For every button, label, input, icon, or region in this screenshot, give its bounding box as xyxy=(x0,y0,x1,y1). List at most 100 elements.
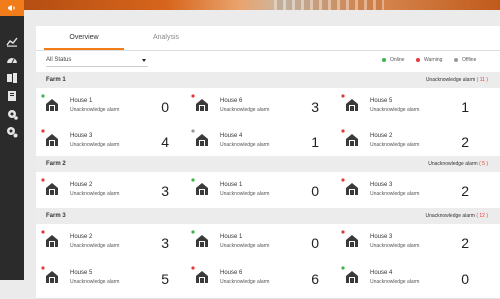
farm-name: Farm 3 xyxy=(46,213,66,219)
status-dot-icon xyxy=(191,230,195,234)
status-dot-icon xyxy=(41,178,45,182)
alarm-settings-icon[interactable] xyxy=(6,126,18,138)
farm-alarm-label: Unacknowledge alarm xyxy=(425,213,475,219)
house-icon xyxy=(341,230,358,247)
book-icon[interactable] xyxy=(6,90,18,102)
devices-icon[interactable] xyxy=(6,72,18,84)
house-card[interactable]: House 3 Unacknowledge alarm 2 xyxy=(336,172,483,210)
status-dot-icon xyxy=(341,230,345,234)
house-card[interactable]: House 5 Unacknowledge alarm 1 xyxy=(336,88,483,126)
logo[interactable] xyxy=(0,0,24,16)
header-banner-image xyxy=(24,0,500,10)
caret-down-icon xyxy=(142,59,146,62)
house-row: House 1 Unacknowledge alarm 0 House 6 Unack… xyxy=(36,88,500,127)
dashboard-icon[interactable] xyxy=(6,36,18,48)
house-alarm-count: 0 xyxy=(311,183,319,199)
house-name: House 1 xyxy=(220,234,243,240)
house-alarm-count: 3 xyxy=(161,235,169,251)
farm-alarm-summary: Unacknowledge alarm ( 12 ) xyxy=(425,208,488,224)
house-icon xyxy=(341,266,358,283)
house-name: House 2 xyxy=(70,182,93,188)
farm-alarm-count: ( 5 ) xyxy=(479,161,488,167)
house-icon xyxy=(41,178,58,195)
house-name: House 2 xyxy=(70,234,93,240)
farm-name: Farm 2 xyxy=(46,161,66,167)
house-name: House 4 xyxy=(370,270,393,276)
house-icon xyxy=(191,94,208,111)
status-dot-icon xyxy=(191,266,195,270)
farm-header: Farm 2 Unacknowledge alarm ( 5 ) xyxy=(36,156,500,172)
house-name: House 3 xyxy=(370,234,393,240)
status-dot-icon xyxy=(41,266,45,270)
house-icon xyxy=(191,178,208,195)
house-alarm-label: Unacknowledge alarm xyxy=(370,243,420,249)
sidebar xyxy=(0,0,24,280)
gauge-icon[interactable] xyxy=(6,54,18,66)
house-card[interactable]: House 3 Unacknowledge alarm 2 xyxy=(336,224,483,262)
status-dot-icon xyxy=(341,266,345,270)
house-name: House 1 xyxy=(220,182,243,188)
house-card[interactable]: House 6 Unacknowledge alarm 3 xyxy=(186,88,333,126)
house-name: House 2 xyxy=(370,133,393,139)
legend-warning: Warning xyxy=(416,56,442,64)
house-alarm-label: Unacknowledge alarm xyxy=(220,243,270,249)
warning-dot-icon xyxy=(416,57,420,62)
house-name: House 6 xyxy=(220,98,243,104)
farm-alarm-summary: Unacknowledge alarm ( 11 ) xyxy=(426,72,488,88)
house-alarm-label: Unacknowledge alarm xyxy=(70,142,120,148)
status-dot-icon xyxy=(41,94,45,98)
tab-analysis[interactable]: Analysis xyxy=(126,26,206,50)
house-card[interactable]: House 4 Unacknowledge alarm 0 xyxy=(336,260,483,298)
house-card[interactable]: House 1 Unacknowledge alarm 0 xyxy=(186,172,333,210)
farm-alarm-summary: Unacknowledge alarm ( 5 ) xyxy=(428,156,488,172)
house-card[interactable]: House 1 Unacknowledge alarm 0 xyxy=(36,88,183,126)
house-row: House 2 Unacknowledge alarm 3 House 1 Unack… xyxy=(36,172,500,211)
farm-header: Farm 1 Unacknowledge alarm ( 11 ) xyxy=(36,72,500,88)
status-dot-icon xyxy=(41,129,45,133)
house-icon xyxy=(341,178,358,195)
house-card[interactable]: House 1 Unacknowledge alarm 0 xyxy=(186,224,333,262)
house-icon xyxy=(41,266,58,283)
tab-bar: Overview Analysis xyxy=(36,26,500,51)
house-name: House 3 xyxy=(70,133,93,139)
house-icon xyxy=(41,230,58,247)
house-alarm-count: 2 xyxy=(461,183,469,199)
house-alarm-label: Unacknowledge alarm xyxy=(370,107,420,113)
house-alarm-count: 3 xyxy=(311,99,319,115)
house-card[interactable]: House 6 Unacknowledge alarm 6 xyxy=(186,260,333,298)
farm-alarm-count: ( 12 ) xyxy=(476,213,488,219)
house-alarm-count: 0 xyxy=(461,271,469,287)
tab-overview[interactable]: Overview xyxy=(44,26,124,50)
house-icon xyxy=(191,230,208,247)
house-alarm-count: 4 xyxy=(161,134,169,150)
house-icon xyxy=(341,129,358,146)
house-alarm-label: Unacknowledge alarm xyxy=(70,107,120,113)
house-name: House 1 xyxy=(70,98,93,104)
status-dot-icon xyxy=(341,94,345,98)
house-name: House 4 xyxy=(220,133,243,139)
settings-icon[interactable] xyxy=(6,108,18,120)
offline-dot-icon xyxy=(454,57,458,62)
house-alarm-count: 3 xyxy=(161,183,169,199)
legend-online: Online xyxy=(382,56,404,64)
house-card[interactable]: House 2 Unacknowledge alarm 3 xyxy=(36,224,183,262)
house-icon xyxy=(41,94,58,111)
house-alarm-count: 6 xyxy=(311,271,319,287)
house-name: House 5 xyxy=(70,270,93,276)
house-alarm-label: Unacknowledge alarm xyxy=(220,142,270,148)
status-dot-icon xyxy=(191,178,195,182)
house-alarm-label: Unacknowledge alarm xyxy=(70,243,120,249)
house-alarm-count: 2 xyxy=(461,235,469,251)
status-dot-icon xyxy=(341,129,345,133)
house-alarm-count: 2 xyxy=(461,134,469,150)
house-alarm-count: 5 xyxy=(161,271,169,287)
house-card[interactable]: House 2 Unacknowledge alarm 3 xyxy=(36,172,183,210)
house-alarm-label: Unacknowledge alarm xyxy=(220,107,270,113)
legend-offline-label: Offline xyxy=(462,57,477,63)
house-card[interactable]: House 5 Unacknowledge alarm 5 xyxy=(36,260,183,298)
status-filter-select[interactable]: All Status xyxy=(46,54,148,67)
house-name: House 6 xyxy=(220,270,243,276)
house-alarm-label: Unacknowledge alarm xyxy=(370,191,420,197)
status-dot-icon xyxy=(341,178,345,182)
farm-alarm-label: Unacknowledge alarm xyxy=(425,77,476,83)
